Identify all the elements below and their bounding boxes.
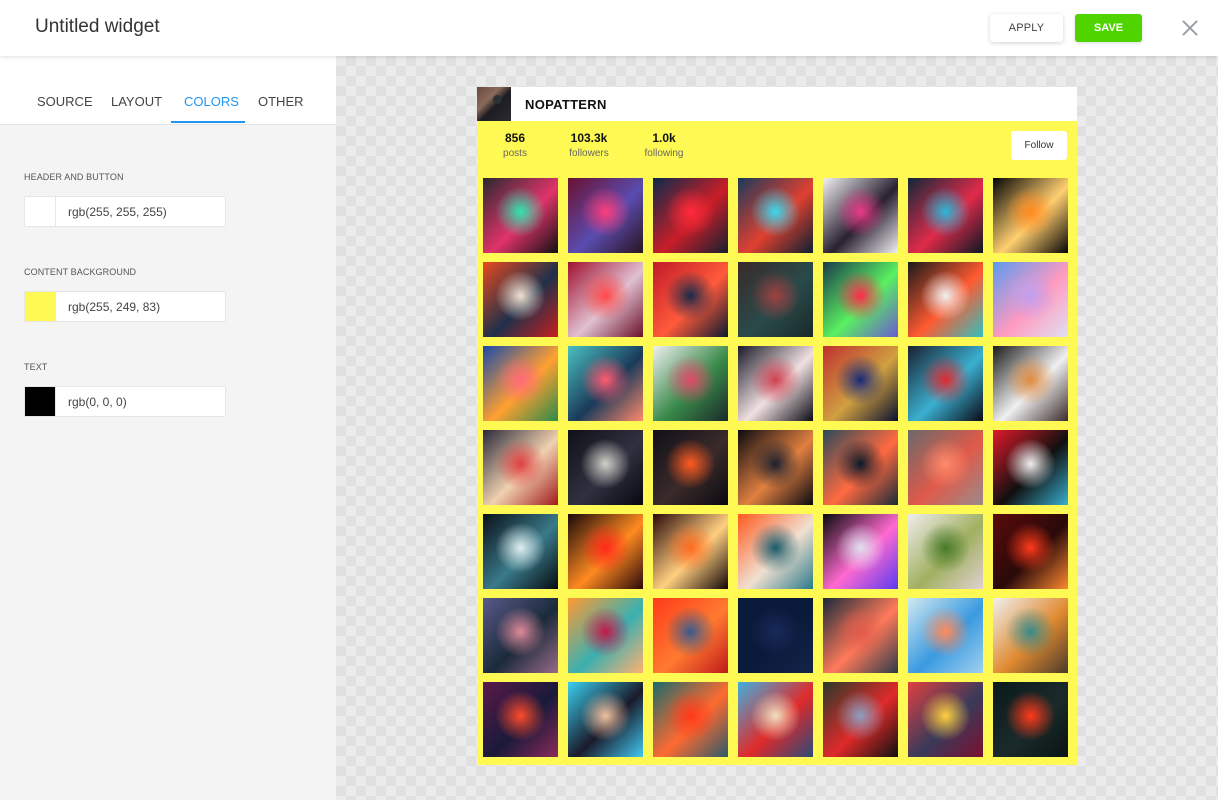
photo-tile[interactable] <box>738 514 813 589</box>
stat-following-value: 1.0k <box>652 131 676 145</box>
follow-button[interactable]: Follow <box>1011 131 1067 160</box>
photo-tile[interactable] <box>653 346 728 421</box>
tab-other[interactable]: OTHER <box>258 94 304 109</box>
photo-tile[interactable] <box>908 598 983 673</box>
photo-tile[interactable] <box>738 178 813 253</box>
photo-tile[interactable] <box>653 598 728 673</box>
photo-tile[interactable] <box>823 598 898 673</box>
tab-bar: SOURCE LAYOUT COLORS OTHER <box>0 56 336 125</box>
content-background-label: CONTENT BACKGROUND <box>24 267 137 277</box>
photo-tile[interactable] <box>483 682 558 757</box>
photo-tile[interactable] <box>823 262 898 337</box>
profile-avatar[interactable] <box>477 87 511 121</box>
photo-tile[interactable] <box>993 430 1068 505</box>
text-color-swatch[interactable] <box>25 387 56 416</box>
text-color-value[interactable]: rgb(0, 0, 0) <box>68 395 127 409</box>
photo-tile[interactable] <box>483 346 558 421</box>
stat-following-label: following <box>644 148 684 159</box>
photo-tile[interactable] <box>653 178 728 253</box>
tab-layout[interactable]: LAYOUT <box>111 94 162 109</box>
photo-tile[interactable] <box>568 262 643 337</box>
photo-tile[interactable] <box>823 430 898 505</box>
header-and-button-swatch[interactable] <box>25 197 56 226</box>
photo-tile[interactable] <box>568 346 643 421</box>
widget-content: 856 posts 103.3k followers 1.0k followin… <box>477 121 1077 765</box>
settings-panel: SOURCE LAYOUT COLORS OTHER HEADER AND BU… <box>0 56 336 800</box>
photo-tile[interactable] <box>993 514 1068 589</box>
photo-tile[interactable] <box>653 682 728 757</box>
photo-tile[interactable] <box>908 178 983 253</box>
photo-tile[interactable] <box>738 262 813 337</box>
header-and-button-label: HEADER AND BUTTON <box>24 172 124 182</box>
photo-tile[interactable] <box>483 598 558 673</box>
header-and-button-value[interactable]: rgb(255, 255, 255) <box>68 205 167 219</box>
photo-tile[interactable] <box>823 682 898 757</box>
stat-followers-value: 103.3k <box>570 131 608 145</box>
apply-button[interactable]: APPLY <box>990 14 1063 42</box>
photo-tile[interactable] <box>738 430 813 505</box>
photo-tile[interactable] <box>568 430 643 505</box>
photo-tile[interactable] <box>483 430 558 505</box>
photo-tile[interactable] <box>653 262 728 337</box>
photo-tile[interactable] <box>908 682 983 757</box>
content-background-color-field[interactable]: rgb(255, 249, 83) <box>24 291 226 322</box>
photo-tile[interactable] <box>993 598 1068 673</box>
photo-tile[interactable] <box>738 346 813 421</box>
photo-tile[interactable] <box>483 514 558 589</box>
profile-username[interactable]: NOPATTERN <box>525 97 607 112</box>
photo-tile[interactable] <box>993 262 1068 337</box>
photo-tile[interactable] <box>823 514 898 589</box>
header-and-button-color-field[interactable]: rgb(255, 255, 255) <box>24 196 226 227</box>
active-tab-indicator <box>171 121 245 123</box>
close-icon[interactable] <box>1178 16 1202 40</box>
photo-tile[interactable] <box>483 262 558 337</box>
text-color-field[interactable]: rgb(0, 0, 0) <box>24 386 226 417</box>
photo-tile[interactable] <box>993 178 1068 253</box>
photo-tile[interactable] <box>568 598 643 673</box>
photo-tile[interactable] <box>823 178 898 253</box>
tab-source[interactable]: SOURCE <box>37 94 93 109</box>
content-background-value[interactable]: rgb(255, 249, 83) <box>68 300 160 314</box>
tab-colors[interactable]: COLORS <box>184 94 239 109</box>
instagram-widget: NOPATTERN 856 posts 103.3k followers 1.0… <box>477 87 1077 765</box>
photo-tile[interactable] <box>738 682 813 757</box>
stat-followers-label: followers <box>569 148 609 159</box>
save-button[interactable]: SAVE <box>1075 14 1142 42</box>
photo-tile[interactable] <box>993 682 1068 757</box>
widget-title[interactable]: Untitled widget <box>35 16 160 38</box>
widget-header: NOPATTERN <box>477 87 1077 121</box>
stat-posts-label: posts <box>503 148 527 159</box>
stat-followers: 103.3k followers <box>565 131 613 159</box>
stat-posts-value: 856 <box>504 131 526 145</box>
photo-tile[interactable] <box>653 514 728 589</box>
top-bar: Untitled widget APPLY SAVE <box>0 0 1218 56</box>
photo-tile[interactable] <box>568 682 643 757</box>
photo-tile[interactable] <box>483 178 558 253</box>
photo-tile[interactable] <box>738 598 813 673</box>
photo-tile[interactable] <box>908 514 983 589</box>
photo-tile[interactable] <box>568 178 643 253</box>
photo-tile[interactable] <box>908 430 983 505</box>
photo-tile[interactable] <box>823 346 898 421</box>
stat-following: 1.0k following <box>640 131 688 159</box>
stat-posts: 856 posts <box>491 131 539 159</box>
photo-tile[interactable] <box>908 346 983 421</box>
photo-tile[interactable] <box>568 514 643 589</box>
text-color-label: TEXT <box>24 362 48 372</box>
photo-tile[interactable] <box>993 346 1068 421</box>
photo-tile[interactable] <box>908 262 983 337</box>
content-background-swatch[interactable] <box>25 292 56 321</box>
photo-tile[interactable] <box>653 430 728 505</box>
